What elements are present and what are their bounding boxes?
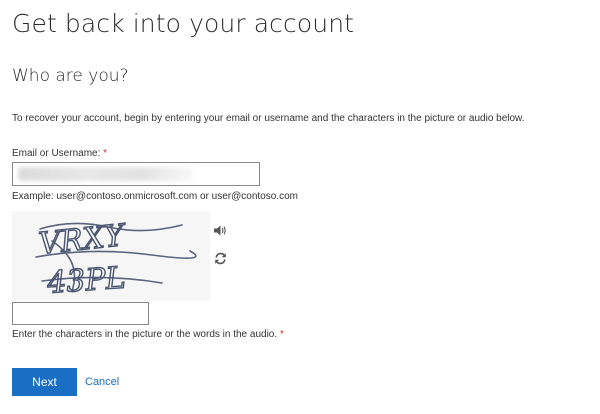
captcha-text-line2: 43PL — [45, 261, 127, 301]
captcha-image: VRXY 43PL — [12, 211, 210, 301]
email-label-text: Email or Username: — [12, 148, 101, 159]
refresh-icon[interactable] — [212, 250, 228, 266]
account-recovery-page: Get back into your account Who are you? … — [0, 0, 600, 414]
page-title: Get back into your account — [12, 9, 355, 38]
cancel-link[interactable]: Cancel — [85, 376, 119, 388]
captcha-label: Enter the characters in the picture or t… — [12, 329, 284, 340]
captcha-input[interactable] — [12, 302, 149, 325]
required-marker: * — [103, 148, 108, 159]
email-example-hint: Example: user@contoso.onmicrosoft.com or… — [12, 191, 298, 202]
speaker-icon[interactable] — [212, 222, 228, 238]
email-label: Email or Username: * — [12, 148, 107, 159]
required-marker: * — [279, 329, 284, 340]
captcha-label-text: Enter the characters in the picture or t… — [12, 329, 278, 340]
next-button[interactable]: Next — [12, 368, 77, 396]
intro-text: To recover your account, begin by enteri… — [12, 113, 525, 124]
page-subtitle: Who are you? — [12, 66, 129, 86]
redacted-email-blur — [18, 167, 193, 181]
